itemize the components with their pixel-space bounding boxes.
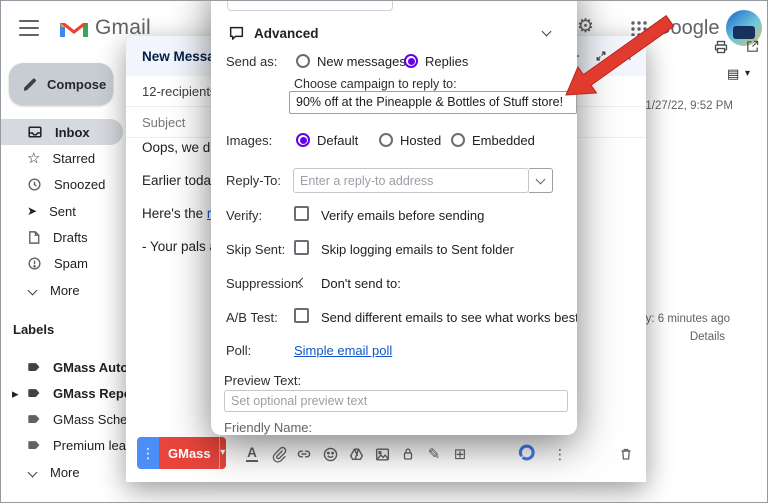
insert-photo-icon[interactable]	[372, 444, 392, 464]
sidebar-label-more[interactable]: More	[1, 460, 125, 484]
gmail-app-window: Gmail ⚙ Google Compose	[0, 0, 768, 503]
images-hosted-label[interactable]: Hosted	[400, 133, 441, 148]
verify-text[interactable]: Verify emails before sending	[321, 208, 484, 223]
advanced-section-title: Advanced	[254, 26, 319, 41]
print-icon[interactable]	[713, 39, 729, 55]
hamburger-menu-icon[interactable]	[19, 20, 39, 36]
sidebar-item-inbox[interactable]: Inbox	[1, 119, 123, 145]
images-default-radio[interactable]	[296, 133, 310, 147]
insert-link-icon[interactable]	[294, 444, 314, 464]
campaign-chooser-input[interactable]	[289, 91, 577, 114]
preview-text-input[interactable]	[224, 390, 568, 412]
sidebar-item-more[interactable]: More	[1, 277, 123, 303]
sidebar-item-sent[interactable]: ➤ Sent	[1, 198, 123, 224]
confidential-mode-icon[interactable]	[398, 444, 418, 464]
gear-icon[interactable]: ⚙	[577, 17, 594, 36]
details-link[interactable]: Details	[690, 331, 725, 343]
gmass-dropdown-caret-icon[interactable]: ▾	[219, 437, 226, 469]
poll-label: Poll:	[226, 343, 251, 358]
send-as-replies-label[interactable]: Replies	[425, 54, 468, 69]
open-in-new-icon[interactable]	[745, 39, 760, 54]
insert-emoji-icon[interactable]	[320, 444, 340, 464]
clock-icon	[27, 177, 42, 192]
campaign-chooser-label: Choose campaign to reply to:	[294, 77, 457, 91]
images-embedded-radio[interactable]	[451, 133, 465, 147]
close-icon[interactable]: ×	[622, 48, 632, 65]
friendly-name-label: Friendly Name:	[224, 420, 312, 435]
discard-draft-icon[interactable]	[616, 443, 636, 463]
gmass-drag-handle[interactable]: ⋮	[137, 437, 159, 469]
draft-icon	[27, 230, 41, 245]
sidebar-item-drafts[interactable]: Drafts	[1, 224, 123, 250]
sidebar: Compose Inbox ☆ Starred Snoozed	[1, 57, 126, 503]
more-options-icon[interactable]: ⋮	[550, 444, 570, 464]
star-icon: ☆	[27, 151, 40, 166]
gmass-logo-icon[interactable]	[516, 442, 536, 462]
label-tag-icon	[27, 438, 41, 452]
chevron-down-icon	[536, 174, 546, 184]
skip-sent-text[interactable]: Skip logging emails to Sent folder	[321, 242, 514, 257]
suppression-text: Don't send to:	[321, 276, 401, 291]
chevron-down-icon	[28, 285, 38, 295]
expand-caret-icon[interactable]: ▸	[12, 387, 19, 400]
insert-signature-icon[interactable]: ✎	[424, 444, 444, 464]
images-hosted-radio[interactable]	[379, 133, 393, 147]
images-default-label[interactable]: Default	[317, 133, 358, 148]
send-as-label: Send as:	[226, 54, 277, 69]
attach-file-icon[interactable]	[268, 444, 288, 464]
send-icon: ➤	[27, 205, 37, 217]
reply-to-dropdown-button[interactable]	[529, 168, 553, 193]
ab-test-text[interactable]: Send different emails to see what works …	[321, 310, 577, 325]
skip-sent-checkbox[interactable]	[294, 240, 309, 255]
sidebar-label-gmass-auto[interactable]: GMass Auto	[1, 355, 125, 379]
dropdown-caret-icon[interactable]: ▾	[745, 69, 750, 79]
spreadsheet-grid-icon[interactable]: ⊞	[450, 444, 470, 464]
google-label: Google	[655, 17, 720, 40]
chat-bubble-icon	[228, 25, 245, 42]
skip-sent-label: Skip Sent:	[226, 242, 285, 257]
spam-icon	[27, 256, 42, 271]
suppression-label: Suppression:	[226, 276, 302, 291]
send-as-new-radio[interactable]	[296, 54, 310, 68]
ab-test-label: A/B Test:	[226, 310, 278, 325]
label-tag-icon	[27, 386, 41, 400]
collapse-chevron-icon[interactable]	[542, 27, 552, 37]
compose-toolbar: ⋮ GMass ▾ A	[126, 436, 646, 482]
insert-drive-icon[interactable]	[346, 444, 366, 464]
popout-icon[interactable]	[595, 50, 607, 62]
partial-top-button[interactable]	[227, 0, 393, 11]
compose-label: Compose	[47, 77, 106, 92]
send-as-new-label[interactable]: New messages	[317, 54, 406, 69]
label-tag-icon	[27, 360, 41, 374]
preview-text-label: Preview Text:	[224, 373, 301, 388]
gmass-settings-dialog: Advanced Send as: New messages Replies C…	[211, 0, 577, 435]
sidebar-label-gmass-scheduled[interactable]: GMass Sched	[1, 407, 125, 431]
pencil-icon	[22, 76, 38, 92]
chevron-down-icon	[28, 467, 38, 477]
inbox-icon	[27, 124, 43, 140]
formatting-options-icon[interactable]: A	[242, 444, 262, 464]
label-tag-icon	[27, 412, 41, 426]
send-as-replies-radio[interactable]	[404, 54, 418, 68]
sidebar-item-starred[interactable]: ☆ Starred	[1, 145, 123, 171]
panel-toggle-icon[interactable]: ▤	[727, 67, 739, 80]
sidebar-item-snoozed[interactable]: Snoozed	[1, 171, 123, 197]
reply-to-input[interactable]	[293, 168, 529, 193]
sidebar-label-premium-leads[interactable]: Premium lead	[1, 433, 125, 457]
gmail-logo-icon	[58, 17, 90, 41]
activity-status: ivity: 6 minutes ago	[632, 313, 730, 325]
labels-section-title: Labels	[13, 322, 54, 337]
ab-test-checkbox[interactable]	[294, 308, 309, 323]
sidebar-item-spam[interactable]: Spam	[1, 250, 123, 276]
verify-label: Verify:	[226, 208, 262, 223]
reply-to-label: Reply-To:	[226, 173, 281, 188]
images-label: Images:	[226, 133, 272, 148]
gmass-send-button[interactable]: GMass ▾	[159, 437, 226, 469]
compose-button[interactable]: Compose	[9, 63, 113, 105]
verify-checkbox[interactable]	[294, 206, 309, 221]
images-embedded-label[interactable]: Embedded	[472, 133, 535, 148]
poll-link[interactable]: Simple email poll	[294, 343, 392, 358]
sidebar-label-gmass-reports[interactable]: ▸ GMass Repor	[1, 381, 125, 405]
